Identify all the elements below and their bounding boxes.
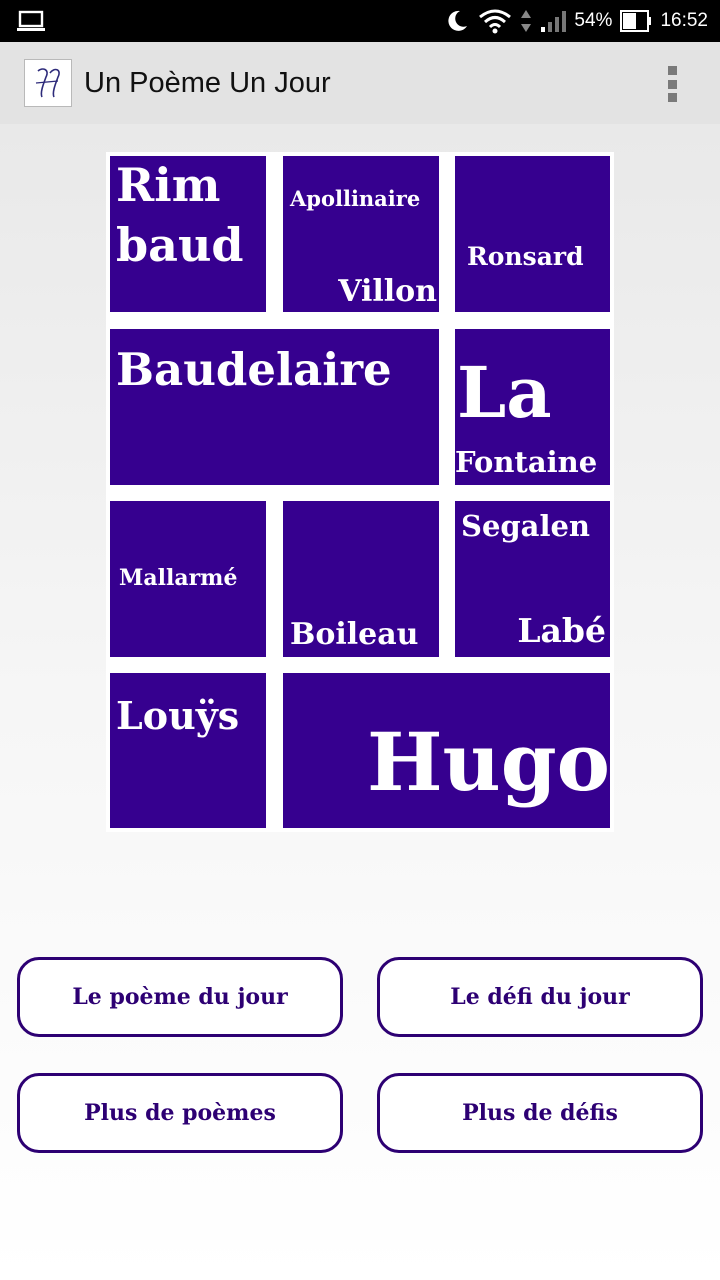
overflow-menu-button[interactable] <box>660 64 684 104</box>
wifi-icon <box>479 9 512 34</box>
data-arrows-icon <box>521 10 532 32</box>
app-title: Un Poème Un Jour <box>84 66 331 99</box>
tile-apollinaire-villon: Apollinaire Villon <box>283 156 439 312</box>
poet-name-baud: baud <box>116 218 244 272</box>
poet-name-apollinaire: Apollinaire <box>290 186 421 211</box>
poet-name-louys: Louÿs <box>116 693 240 738</box>
poet-name-baudelaire: Baudelaire <box>116 343 392 396</box>
menu-dot <box>667 93 677 102</box>
signal-icon <box>541 11 567 32</box>
app-logo-icon <box>35 68 60 98</box>
tile-mallarme: Mallarmé <box>110 501 266 657</box>
poem-of-the-day-button[interactable]: Le poème du jour <box>17 957 343 1037</box>
battery-icon <box>620 10 652 32</box>
poet-name-fontaine: Fontaine <box>455 445 598 479</box>
status-bar: 54% 16:52 <box>0 0 720 42</box>
tile-ronsard: Ronsard <box>455 156 610 312</box>
poet-name-boileau: Boileau <box>290 617 419 652</box>
more-poems-button[interactable]: Plus de poèmes <box>17 1073 343 1153</box>
tile-hugo: Hugo <box>283 673 610 828</box>
poets-poster-image: Rim baud Apollinaire Villon Ronsard Baud… <box>106 152 614 832</box>
poet-name-la: La <box>457 351 552 434</box>
poet-name-villon: Villon <box>338 274 437 309</box>
poet-name-labe: Labé <box>517 611 606 650</box>
moon-icon <box>448 10 468 31</box>
poet-name-hugo: Hugo <box>366 715 610 809</box>
tile-baudelaire: Baudelaire <box>110 329 439 485</box>
poet-name-mallarme: Mallarmé <box>119 565 238 591</box>
poet-name-rim: Rim <box>116 158 221 212</box>
tile-segalen-labe: Segalen Labé <box>455 501 610 657</box>
challenge-of-the-day-button[interactable]: Le défi du jour <box>377 957 703 1037</box>
app-bar: Un Poème Un Jour <box>0 42 720 124</box>
tile-louys: Louÿs <box>110 673 266 828</box>
laptop-icon <box>17 10 45 31</box>
app-logo <box>24 59 72 107</box>
tile-boileau: Boileau <box>283 501 439 657</box>
battery-percent: 54% <box>574 10 613 31</box>
poet-name-segalen: Segalen <box>461 509 591 543</box>
poet-name-ronsard: Ronsard <box>467 242 584 271</box>
tile-rimbaud: Rim baud <box>110 156 266 312</box>
menu-dot <box>667 79 677 89</box>
tile-la-fontaine: La Fontaine <box>455 329 610 485</box>
menu-dot <box>667 66 677 75</box>
clock: 16:52 <box>660 10 708 31</box>
more-challenges-button[interactable]: Plus de défis <box>377 1073 703 1153</box>
